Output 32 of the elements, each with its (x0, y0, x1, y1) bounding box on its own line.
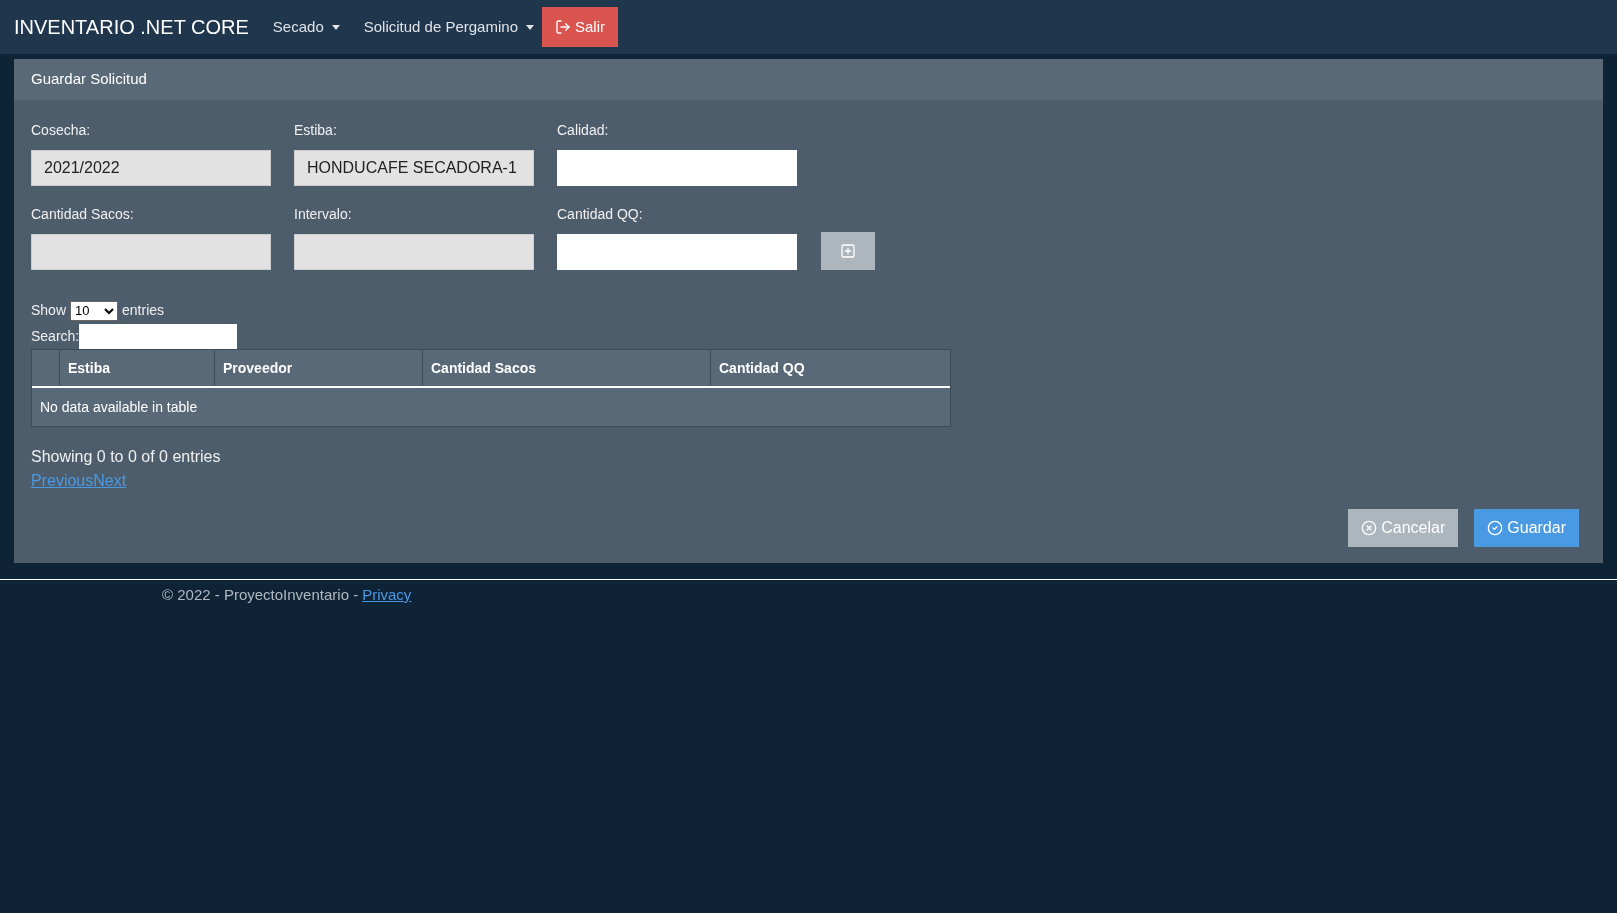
add-button[interactable] (821, 232, 875, 270)
plus-icon (840, 243, 856, 259)
field-label: Intervalo: (294, 205, 353, 224)
check-icon (1487, 520, 1504, 536)
field-label: Estiba: (294, 121, 338, 140)
caret-icon (331, 24, 340, 30)
field-label: Cantidad QQ: (557, 205, 644, 224)
footer-text: © 2022 - ProyectoInventario - (162, 585, 359, 605)
search-field[interactable] (79, 324, 238, 349)
nav-dropdown[interactable]: Solicitud de Pergamino (363, 15, 534, 39)
show-label: Show (31, 301, 67, 320)
field-label: Cosecha: (31, 121, 92, 140)
nav-dropdown[interactable]: Secado (272, 15, 340, 39)
column-header[interactable]: Estiba (60, 350, 215, 386)
logout-button[interactable]: Salir (542, 7, 618, 47)
save-button[interactable]: Guardar (1474, 509, 1579, 547)
table-info: Showing 0 to 0 of 0 entries (31, 447, 222, 467)
column-header[interactable]: Proveedor (215, 350, 423, 386)
close-icon (1361, 520, 1378, 536)
column-header[interactable]: Cantidad QQ (711, 350, 950, 386)
entries-label: entries (122, 301, 165, 320)
field-label: Calidad: (557, 121, 610, 140)
card-title: Guardar Solicitud (31, 69, 147, 90)
privacy-link[interactable]: Privacy (362, 584, 412, 607)
field-label: Cantidad Sacos: (31, 205, 135, 224)
search-label: Search: (31, 327, 80, 346)
caret-icon (526, 24, 534, 30)
logout-icon (555, 19, 571, 35)
brand-title: INVENTARIO .NET CORE (14, 15, 249, 40)
column-header[interactable]: Cantidad Sacos (423, 350, 711, 386)
empty-message: No data available in table (40, 397, 198, 417)
page-size-select[interactable]: 10 (70, 300, 119, 321)
